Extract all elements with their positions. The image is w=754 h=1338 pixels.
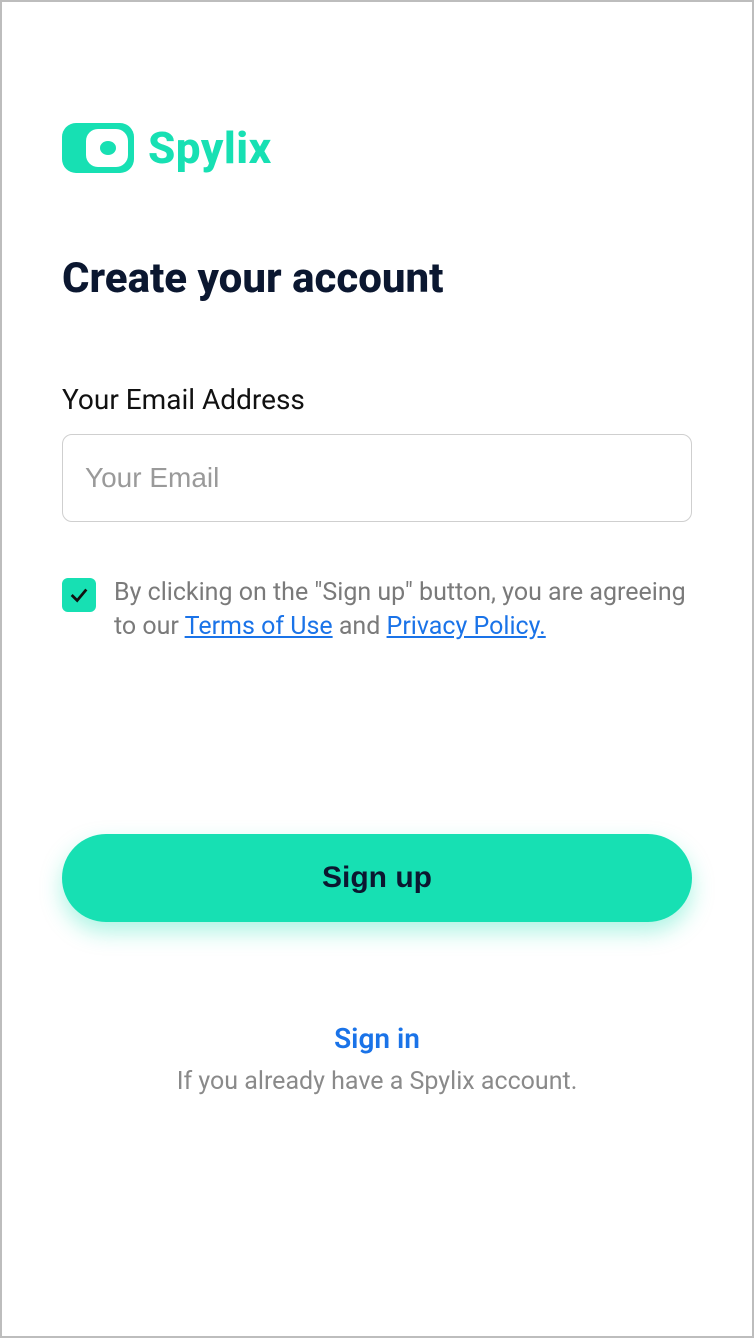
checkmark-icon [68,584,90,606]
brand-logo-icon [62,123,134,173]
page-title: Create your account [62,254,692,303]
privacy-link[interactable]: Privacy Policy. [387,612,546,641]
agreement-and: and [339,612,387,641]
signup-button[interactable]: Sign up [62,834,692,922]
brand-logo: Spylix [62,122,692,174]
signup-screen: Spylix Create your account Your Email Ad… [0,0,754,1338]
signin-link[interactable]: Sign in [62,1022,692,1055]
terms-link[interactable]: Terms of Use [185,612,333,641]
agreement-checkbox[interactable] [62,578,96,612]
agreement-row: By clicking on the "Sign up" button, you… [62,576,692,644]
email-field[interactable] [62,434,692,522]
signin-subtext: If you already have a Spylix account. [62,1067,692,1096]
agreement-text: By clicking on the "Sign up" button, you… [114,576,692,644]
brand-name: Spylix [148,122,272,174]
email-label: Your Email Address [62,383,692,416]
